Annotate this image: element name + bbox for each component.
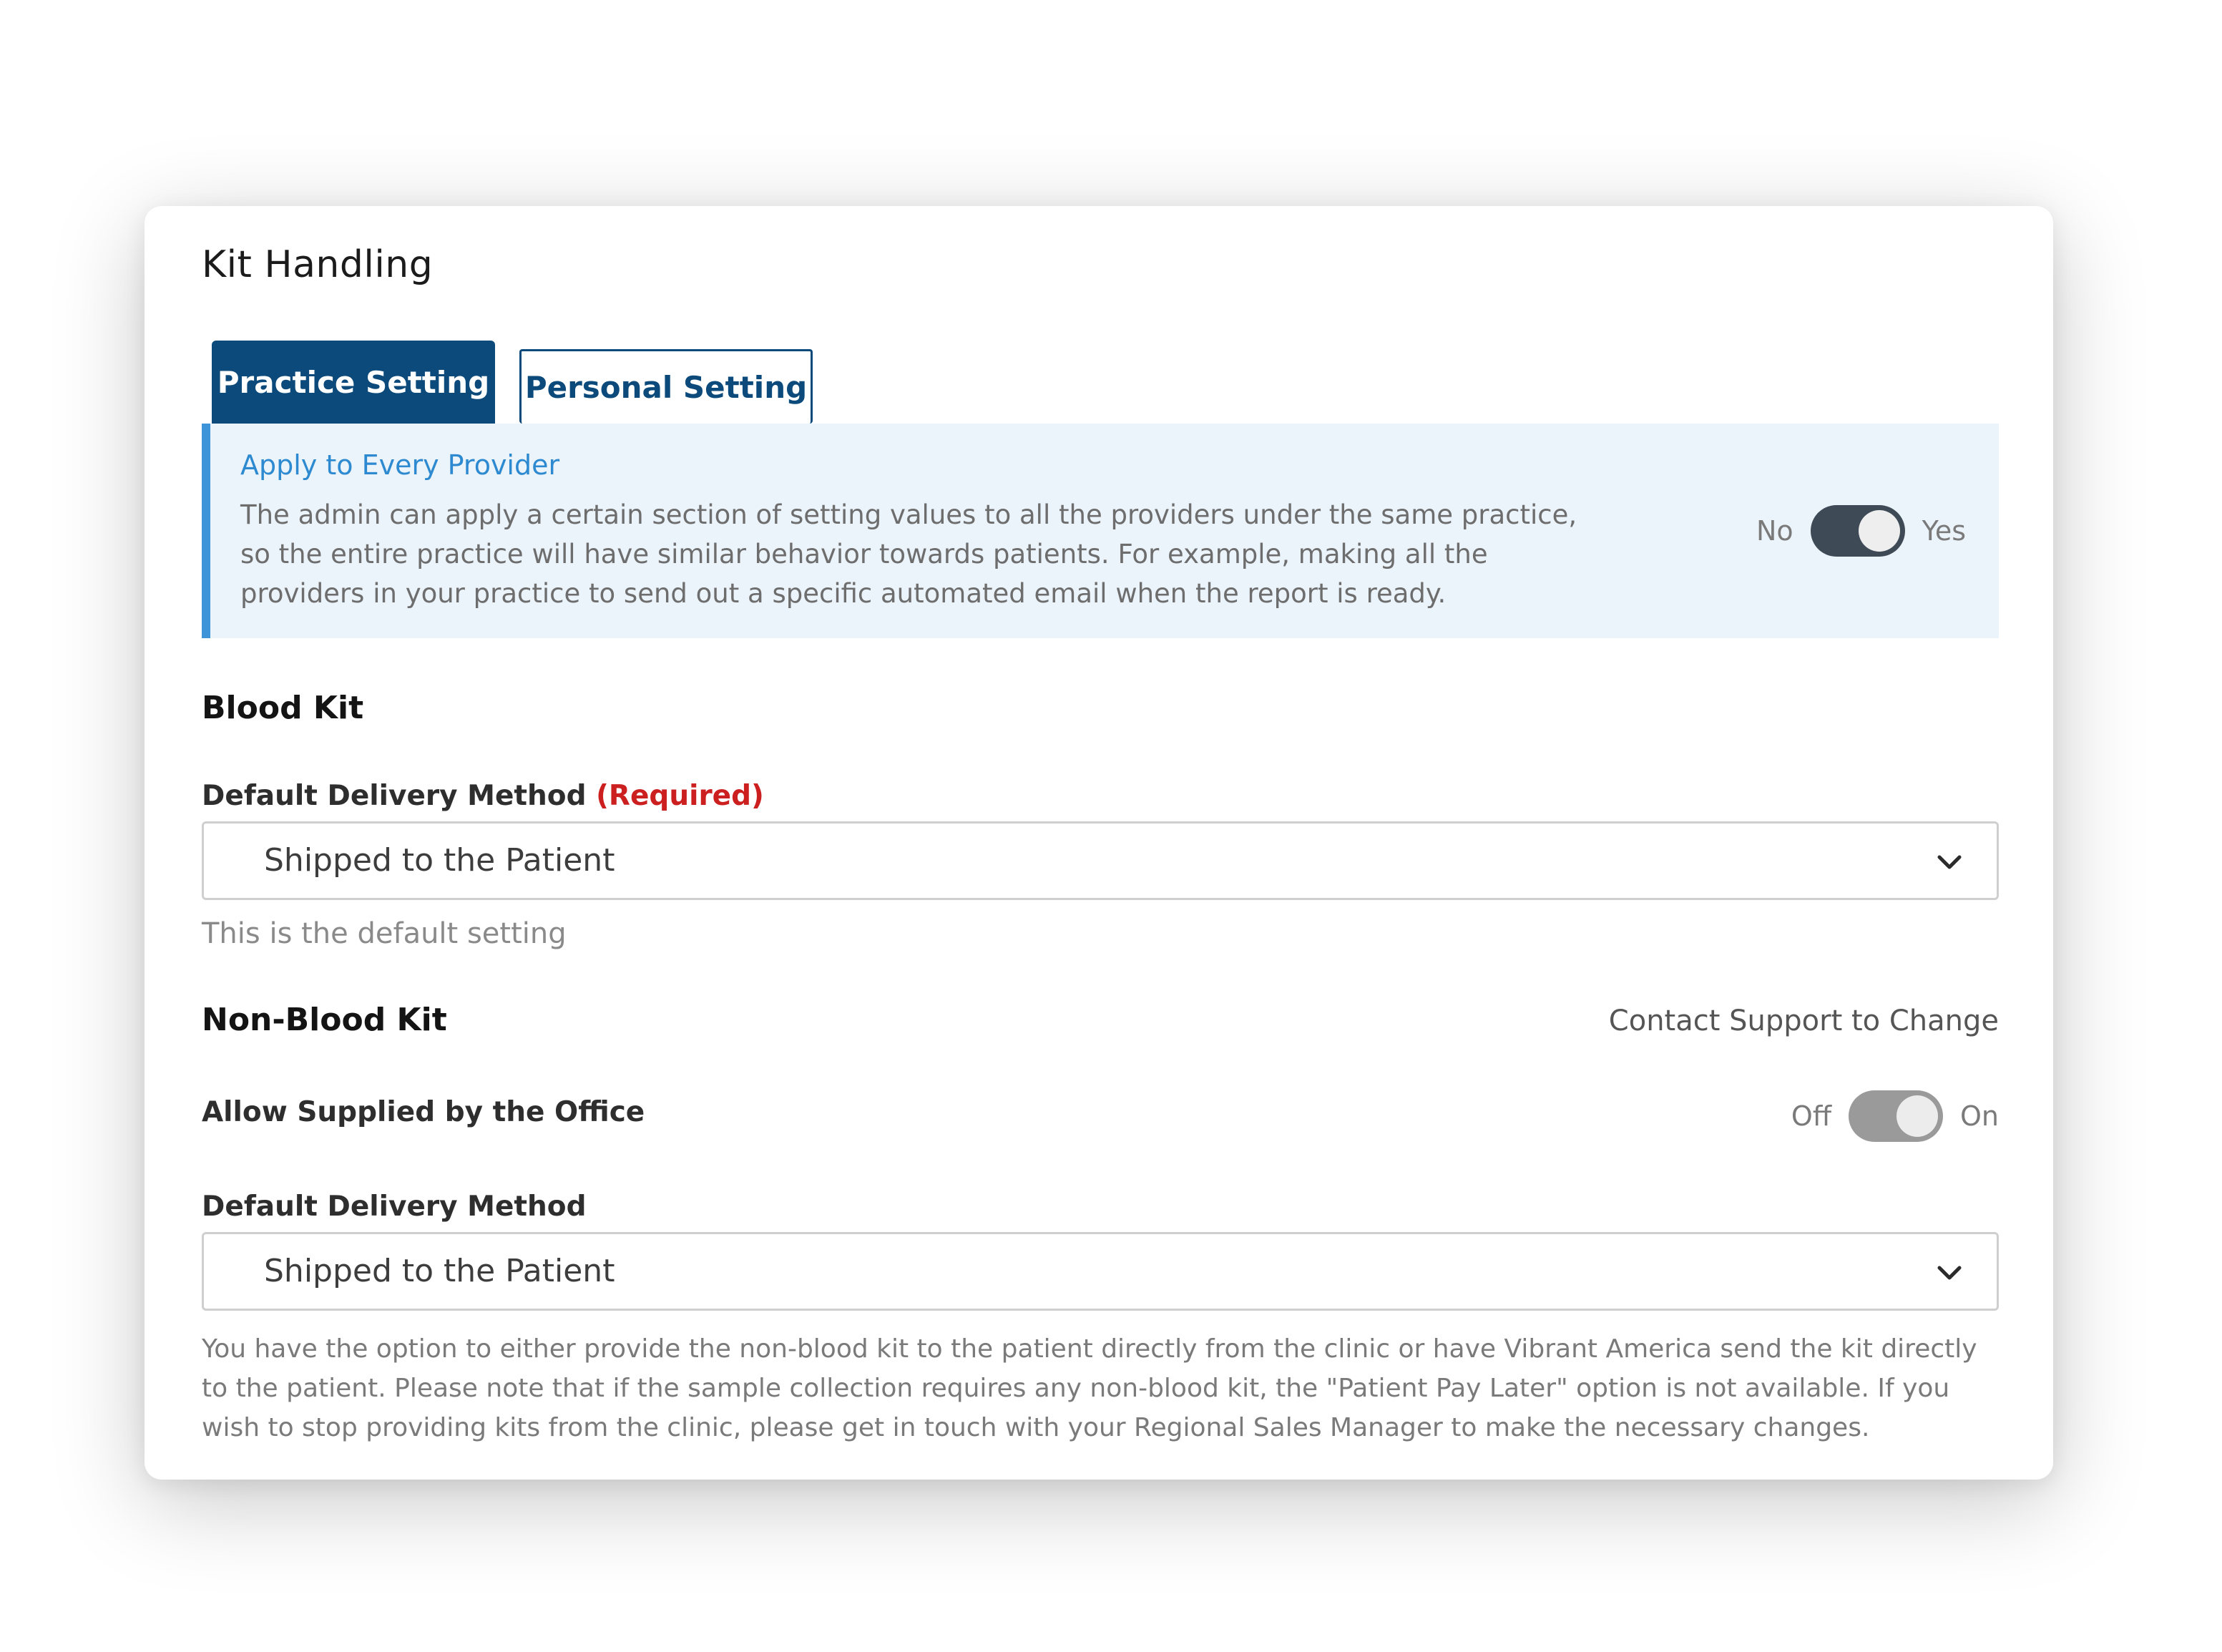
tab-practice-setting[interactable]: Practice Setting [212, 341, 495, 424]
blood-delivery-value: Shipped to the Patient [264, 842, 615, 879]
tab-bar: Practice Setting Personal Setting [212, 341, 2000, 424]
toggle-off-label: Off [1791, 1100, 1831, 1132]
non-blood-kit-footnote: You have the option to either provide th… [202, 1334, 1977, 1442]
contact-support-note: Contact Support to Change [1608, 1005, 1999, 1037]
blood-delivery-label: Default Delivery Method (Required) [202, 780, 764, 812]
kit-handling-panel: Kit Handling Practice Setting Personal S… [145, 206, 2053, 1480]
apply-toggle-group: No Yes [1756, 505, 1966, 557]
toggle-no-label: No [1756, 515, 1793, 547]
toggle-knob [1896, 1095, 1938, 1137]
non-blood-delivery-value: Shipped to the Patient [264, 1253, 615, 1289]
banner-title: Apply to Every Provider [240, 449, 560, 481]
blood-delivery-label-text: Default Delivery Method [202, 780, 587, 812]
toggle-knob [1858, 510, 1900, 552]
panel-title: Kit Handling [202, 243, 434, 286]
allow-supplied-toggle[interactable] [1849, 1090, 1943, 1142]
chevron-down-icon [1937, 855, 1962, 869]
backdrop: Kit Handling Practice Setting Personal S… [0, 0, 2222, 1652]
non-blood-delivery-method-select[interactable]: Shipped to the Patient [202, 1232, 1999, 1311]
allow-supplied-label: Allow Supplied by the Office [202, 1096, 645, 1128]
banner-description: The admin can apply a certain section of… [240, 499, 1577, 609]
non-blood-delivery-label: Default Delivery Method [202, 1191, 587, 1223]
tab-personal-setting[interactable]: Personal Setting [519, 349, 813, 424]
blood-delivery-method-select[interactable]: Shipped to the Patient [202, 821, 1999, 900]
apply-to-every-provider-toggle[interactable] [1810, 505, 1905, 557]
toggle-on-label: On [1960, 1100, 1999, 1132]
chevron-down-icon [1937, 1266, 1962, 1280]
toggle-yes-label: Yes [1922, 515, 1966, 547]
blood-kit-heading: Blood Kit [202, 690, 364, 726]
apply-to-every-provider-banner: Apply to Every Provider The admin can ap… [202, 424, 1999, 638]
allow-supplied-toggle-group: Off On [1791, 1090, 1999, 1142]
required-tag: (Required) [596, 780, 764, 812]
non-blood-kit-heading: Non-Blood Kit [202, 1002, 447, 1038]
blood-default-hint: This is the default setting [202, 917, 567, 950]
